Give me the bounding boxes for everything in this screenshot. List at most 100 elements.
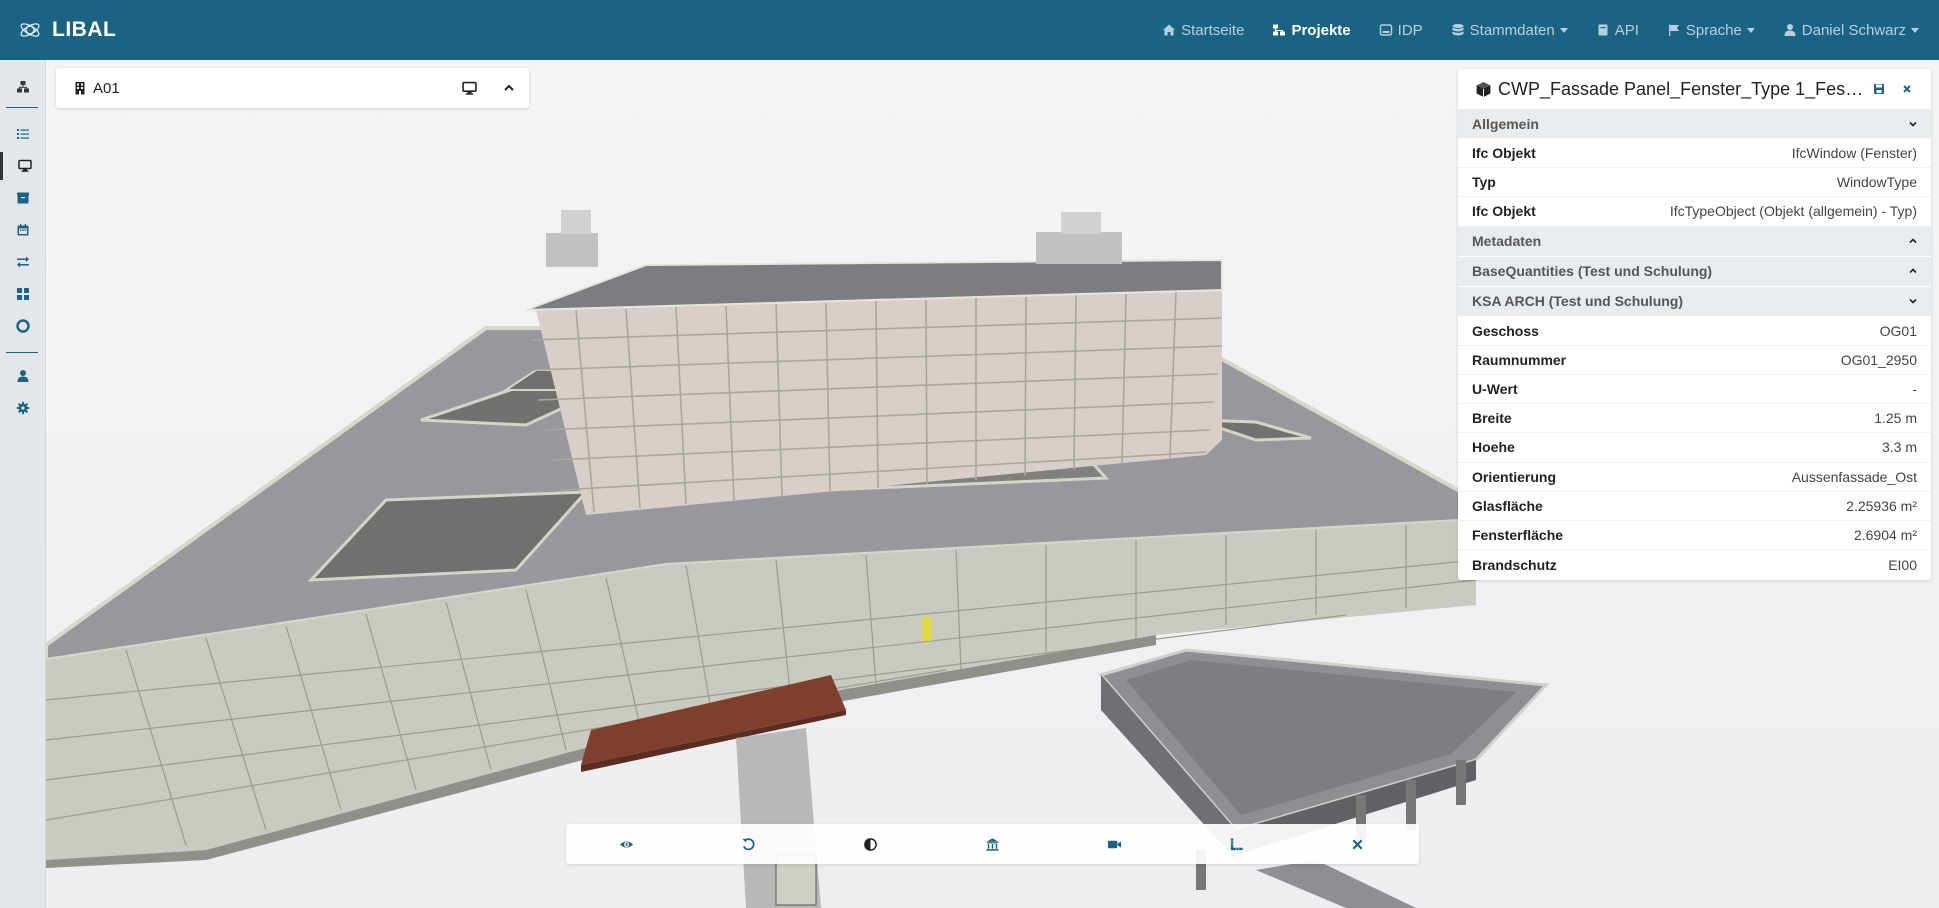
nav-user-menu[interactable]: Daniel Schwarz <box>1783 22 1919 39</box>
sidebar-divider <box>6 107 38 108</box>
property-value: - <box>1912 381 1917 398</box>
sidebar-item-dashboard[interactable] <box>0 280 46 308</box>
save-button[interactable] <box>1865 75 1893 103</box>
close-button[interactable] <box>1893 75 1921 103</box>
close-icon <box>1903 85 1911 93</box>
property-key: Glasfläche <box>1472 497 1543 514</box>
nav-sprache[interactable]: Sprache <box>1667 22 1755 39</box>
section-allgemein[interactable]: Allgemein <box>1458 109 1931 138</box>
nav-projekte-label: Projekte <box>1291 21 1351 39</box>
viewer-toolbar <box>566 824 1419 864</box>
contrast-icon <box>864 837 877 851</box>
chevron-up-icon <box>504 84 514 91</box>
measure-button[interactable] <box>1216 826 1256 862</box>
sidebar-item-objects[interactable] <box>0 184 46 212</box>
desktop-icon <box>17 159 32 172</box>
nav-projekte[interactable]: Projekte <box>1272 21 1351 39</box>
nav-api-label: API <box>1614 21 1639 39</box>
caret-down-icon <box>1911 27 1919 33</box>
eye-icon <box>620 840 634 848</box>
section-metadaten[interactable]: Metadaten <box>1458 226 1931 256</box>
property-row: Brandschutz EI00 <box>1458 550 1931 579</box>
property-key: Typ <box>1472 174 1496 191</box>
nav-startseite-label: Startseite <box>1181 21 1245 39</box>
nav-api[interactable]: API <box>1596 22 1639 39</box>
section-basequantities[interactable]: BaseQuantities (Test und Schulung) <box>1458 256 1931 286</box>
section-ksa-arch[interactable]: KSA ARCH (Test und Schulung) <box>1458 286 1931 316</box>
logo-icon <box>20 23 40 37</box>
section-basequantities-label: BaseQuantities (Test und Schulung) <box>1472 263 1713 280</box>
property-key: Breite <box>1472 410 1512 427</box>
property-value: 3.3 m <box>1881 439 1917 456</box>
sidebar-item-tasks[interactable] <box>0 120 46 148</box>
model-selector[interactable]: A01 <box>56 68 529 108</box>
nav-links: Startseite Projekte IDP Stammdaten API S… <box>1148 0 1939 60</box>
chevron-up-icon <box>1909 268 1917 274</box>
grid-icon <box>17 288 29 300</box>
sitemap-icon <box>17 81 29 93</box>
sitemap-icon <box>1273 24 1286 36</box>
section-metadaten-label: Metadaten <box>1472 233 1542 250</box>
model-title: A01 <box>93 79 120 97</box>
home-icon <box>1163 24 1176 36</box>
nav-stammdaten[interactable]: Stammdaten <box>1451 22 1568 39</box>
display-mode-button[interactable] <box>449 68 489 108</box>
chevron-down-icon <box>1909 298 1917 304</box>
sidebar-item-settings[interactable] <box>0 394 46 422</box>
building-icon <box>75 82 85 95</box>
tasks-icon <box>17 129 29 139</box>
collapse-button[interactable] <box>489 68 529 108</box>
sidebar-item-exchange[interactable] <box>0 248 46 276</box>
property-row: Geschoss OG01 <box>1458 317 1931 346</box>
sidebar-item-users[interactable] <box>0 362 46 390</box>
property-value: Aussenfassade_Ost <box>1791 468 1917 485</box>
section-icon <box>986 837 999 851</box>
sidebar-item-structure[interactable] <box>0 73 46 101</box>
section-ksa-label: KSA ARCH (Test und Schulung) <box>1472 293 1684 310</box>
section-view-button[interactable] <box>972 826 1012 862</box>
nav-idp-label: IDP <box>1397 21 1423 39</box>
hdd-icon <box>1379 24 1392 36</box>
property-key: U-Wert <box>1472 381 1518 398</box>
camera-icon <box>1107 840 1121 848</box>
brand[interactable]: LIBAL <box>18 18 116 42</box>
undo-icon <box>742 837 755 850</box>
visibility-button[interactable] <box>607 826 647 862</box>
database-icon <box>1452 24 1464 36</box>
desktop-icon <box>461 81 477 95</box>
property-value: WindowType <box>1836 174 1917 191</box>
sidebar-item-support[interactable] <box>0 312 46 340</box>
box-icon <box>17 192 29 204</box>
property-row: Ifc Objekt IfcWindow (Fenster) <box>1458 139 1931 169</box>
property-value: IfcTypeObject (Objekt (allgemein) - Typ) <box>1669 203 1917 220</box>
nav-sprache-label: Sprache <box>1685 21 1742 39</box>
caret-down-icon <box>1559 27 1568 33</box>
cog-icon <box>16 401 30 415</box>
property-row: U-Wert - <box>1458 375 1931 405</box>
property-value: EI00 <box>1888 556 1917 573</box>
property-value: 2.6904 m² <box>1853 526 1917 543</box>
chevron-up-icon <box>1909 238 1917 244</box>
sidebar-item-calendar[interactable] <box>0 216 46 244</box>
reset-view-button[interactable] <box>729 826 769 862</box>
sidebar-item-viewer[interactable] <box>0 152 46 180</box>
flag-icon <box>1668 24 1679 36</box>
property-row: Ifc Objekt IfcTypeObject (Objekt (allgem… <box>1458 197 1931 227</box>
cube-icon <box>1476 81 1491 97</box>
property-row: Raumnummer OG01_2950 <box>1458 346 1931 375</box>
nav-stammdaten-label: Stammdaten <box>1469 21 1555 39</box>
property-row: Fensterfläche 2.6904 m² <box>1458 521 1931 551</box>
section-allgemein-label: Allgemein <box>1472 115 1539 132</box>
camera-button[interactable] <box>1094 826 1134 862</box>
property-row: Breite 1.25 m <box>1458 404 1931 434</box>
properties-panel: CWP_Fassade Panel_Fenster_Type 1_Festver… <box>1458 69 1931 580</box>
property-value: 1.25 m <box>1874 410 1917 427</box>
contrast-button[interactable] <box>851 826 891 862</box>
property-key: Brandschutz <box>1472 556 1557 573</box>
tools-close-button[interactable] <box>1338 826 1378 862</box>
calendar-icon <box>17 224 29 236</box>
property-key: Raumnummer <box>1472 351 1567 368</box>
nav-startseite[interactable]: Startseite <box>1162 22 1244 39</box>
close-icon <box>1353 839 1363 849</box>
nav-idp[interactable]: IDP <box>1379 22 1423 39</box>
